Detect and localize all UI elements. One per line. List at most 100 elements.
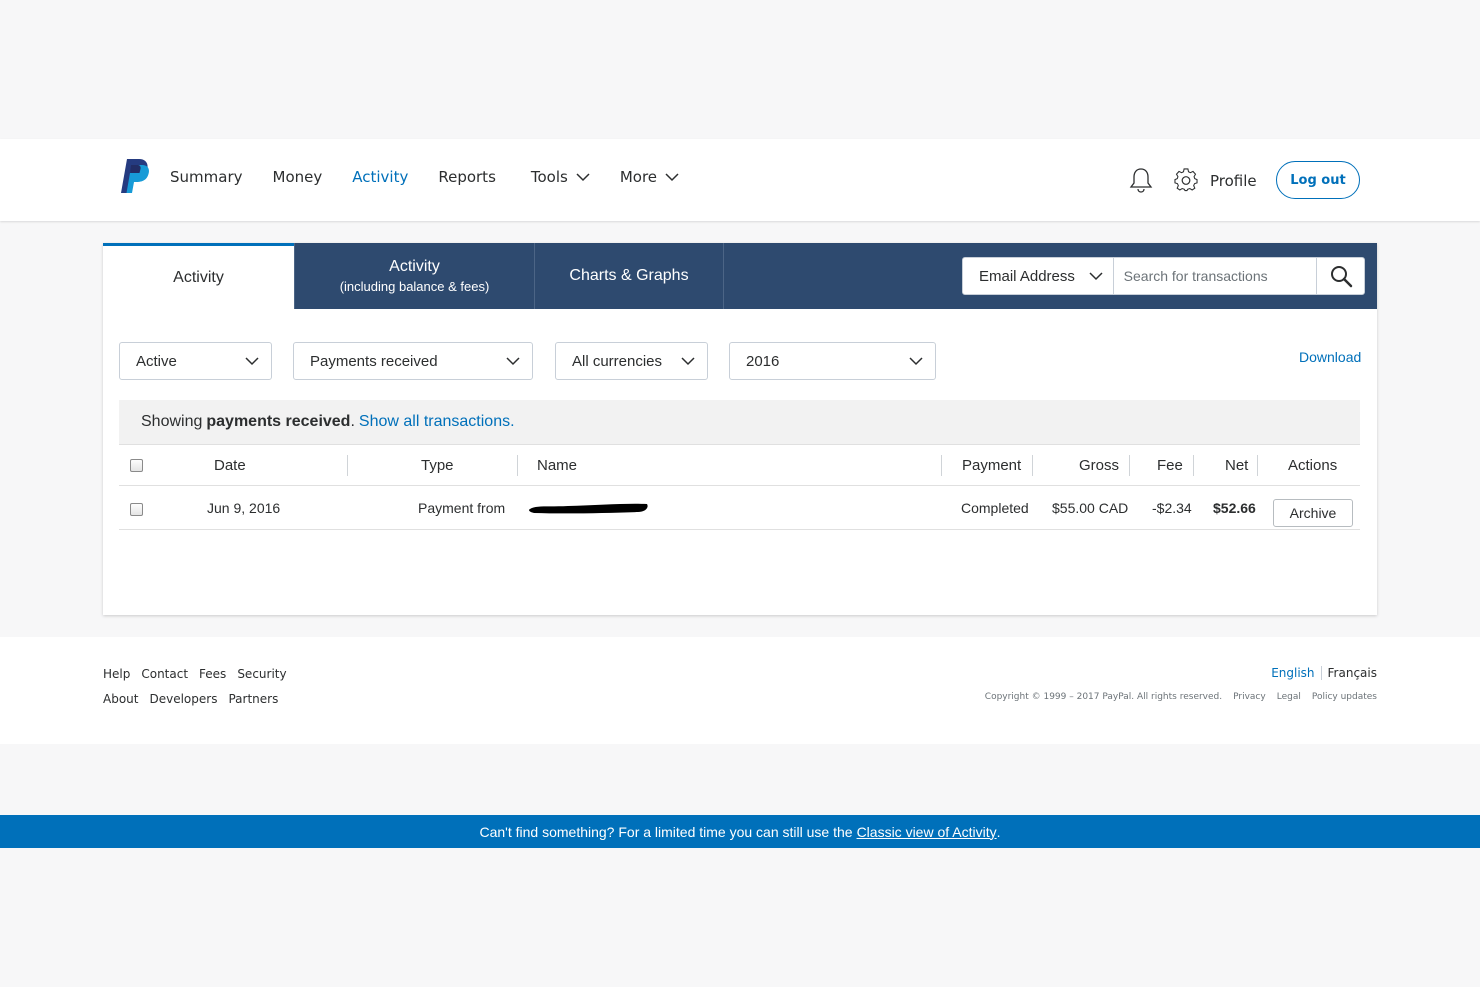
footer-help-link[interactable]: Help — [103, 667, 130, 681]
profile-link[interactable]: Profile — [1210, 172, 1257, 190]
footer-security-link[interactable]: Security — [237, 667, 286, 681]
nav-more[interactable]: More — [620, 168, 679, 186]
column-divider — [1129, 455, 1130, 476]
nav-activity[interactable]: Activity — [352, 168, 408, 186]
search-button[interactable] — [1316, 258, 1364, 294]
col-gross[interactable]: Gross — [1079, 445, 1119, 486]
row-checkbox-cell[interactable] — [130, 486, 143, 530]
chevron-down-icon — [681, 357, 695, 366]
footer-links-row1: Help Contact Fees Security — [103, 667, 287, 681]
row-payment-status: Completed — [961, 500, 1029, 516]
chevron-down-icon — [665, 173, 679, 182]
row-net: $52.66 — [1213, 500, 1256, 516]
col-fee[interactable]: Fee — [1157, 445, 1183, 486]
classic-view-link[interactable]: Classic view of Activity — [857, 824, 997, 840]
download-link[interactable]: Download — [1299, 349, 1361, 365]
nav-tools[interactable]: Tools — [531, 168, 590, 186]
nav-reports[interactable]: Reports — [438, 168, 496, 186]
footer-developers-link[interactable]: Developers — [149, 692, 217, 706]
nav-summary-label: Summary — [170, 168, 243, 186]
search-type-value: Email Address — [979, 267, 1075, 285]
footer-links-row2: About Developers Partners — [103, 692, 278, 706]
row-fee: -$2.34 — [1152, 500, 1192, 516]
currency-filter-value: All currencies — [572, 352, 663, 370]
chevron-down-icon — [245, 357, 259, 366]
row-name-redacted[interactable] — [528, 486, 650, 530]
search-icon — [1330, 266, 1352, 288]
lang-french-link[interactable]: Français — [1322, 666, 1377, 680]
legal-link[interactable]: Legal — [1277, 692, 1301, 702]
show-all-transactions-link[interactable]: Show all transactions. — [359, 413, 515, 431]
chevron-down-icon — [1089, 272, 1103, 281]
column-divider — [517, 455, 518, 476]
year-filter-select[interactable]: 2016 — [729, 342, 936, 380]
tab-charts-graphs[interactable]: Charts & Graphs — [534, 243, 724, 309]
language-switcher: English Français — [1271, 666, 1377, 680]
tab-activity-fees[interactable]: Activity (including balance & fees) — [294, 243, 534, 309]
nav-reports-label: Reports — [438, 168, 496, 186]
notice-prefix: Showing — [141, 413, 203, 430]
footer-fees-link[interactable]: Fees — [199, 667, 226, 681]
copyright-text: Copyright © 1999 – 2017 PayPal. All righ… — [984, 692, 1223, 702]
type-filter-value: Payments received — [310, 352, 438, 370]
notice-bold: payments received — [206, 413, 351, 430]
policy-updates-link[interactable]: Policy updates — [1312, 692, 1377, 702]
row-date: Jun 9, 2016 — [207, 500, 281, 516]
activity-card: Activity Activity (including balance & f… — [103, 243, 1377, 615]
footer: Help Contact Fees Security About Develop… — [0, 637, 1480, 744]
type-filter-select[interactable]: Payments received — [293, 342, 533, 380]
footer-partners-link[interactable]: Partners — [228, 692, 278, 706]
column-divider — [347, 455, 348, 476]
notice-suffix: . — [350, 413, 355, 430]
search-type-select[interactable]: Email Address — [963, 258, 1114, 294]
chevron-down-icon — [506, 357, 520, 366]
chevron-down-icon — [576, 173, 590, 182]
col-type[interactable]: Type — [421, 445, 454, 486]
chevron-down-icon — [909, 357, 923, 366]
tab-activity[interactable]: Activity — [103, 243, 294, 309]
currency-filter-select[interactable]: All currencies — [555, 342, 708, 380]
copyright-row: Copyright © 1999 – 2017 PayPal. All righ… — [985, 692, 1377, 702]
column-divider — [1257, 455, 1258, 476]
nav-activity-label: Activity — [352, 168, 409, 186]
status-filter-select[interactable]: Active — [119, 342, 272, 380]
footer-contact-link[interactable]: Contact — [141, 667, 188, 681]
row-checkbox[interactable] — [130, 503, 143, 516]
search-input[interactable] — [1113, 258, 1317, 294]
nav-tools-label: Tools — [530, 168, 568, 186]
paypal-logo-icon[interactable] — [119, 157, 151, 195]
tab-activity-fees-label: Activity — [389, 258, 440, 275]
col-date[interactable]: Date — [214, 445, 246, 486]
banner-end: . — [996, 823, 1001, 840]
column-divider — [1032, 455, 1033, 476]
banner-text: Can't find something? For a limited time… — [479, 823, 853, 840]
column-divider — [1193, 455, 1194, 476]
select-all-checkbox[interactable] — [130, 459, 143, 472]
nav-more-label: More — [619, 168, 658, 186]
table-header: Date Type Name Payment Gross Fee Net Act… — [119, 445, 1360, 486]
table-row[interactable]: Jun 9, 2016 Payment from Completed $55.0… — [119, 486, 1360, 530]
footer-about-link[interactable]: About — [103, 692, 138, 706]
col-payment[interactable]: Payment — [962, 445, 1021, 486]
lang-english-link[interactable]: English — [1271, 666, 1322, 680]
status-filter-value: Active — [136, 352, 177, 370]
col-net[interactable]: Net — [1225, 445, 1248, 486]
row-gross: $55.00 CAD — [1052, 500, 1129, 516]
column-divider — [941, 455, 942, 476]
redaction-mark — [529, 503, 648, 514]
nav-money[interactable]: Money — [273, 168, 323, 186]
tab-charts-label: Charts & Graphs — [569, 267, 689, 284]
col-actions: Actions — [1288, 457, 1338, 474]
classic-view-banner: Can't find something? For a limited time… — [0, 815, 1480, 848]
row-type: Payment from — [418, 500, 506, 516]
logout-button[interactable]: Log out — [1276, 161, 1360, 199]
select-all-checkbox-cell[interactable] — [130, 445, 143, 486]
privacy-link[interactable]: Privacy — [1233, 692, 1266, 702]
archive-button[interactable]: Archive — [1273, 499, 1353, 527]
col-name[interactable]: Name — [537, 445, 577, 486]
nav-summary[interactable]: Summary — [170, 168, 243, 186]
bell-icon[interactable] — [1129, 167, 1153, 193]
gear-icon[interactable] — [1174, 168, 1198, 192]
nav-money-label: Money — [272, 168, 323, 186]
search-box: Email Address — [962, 257, 1365, 295]
